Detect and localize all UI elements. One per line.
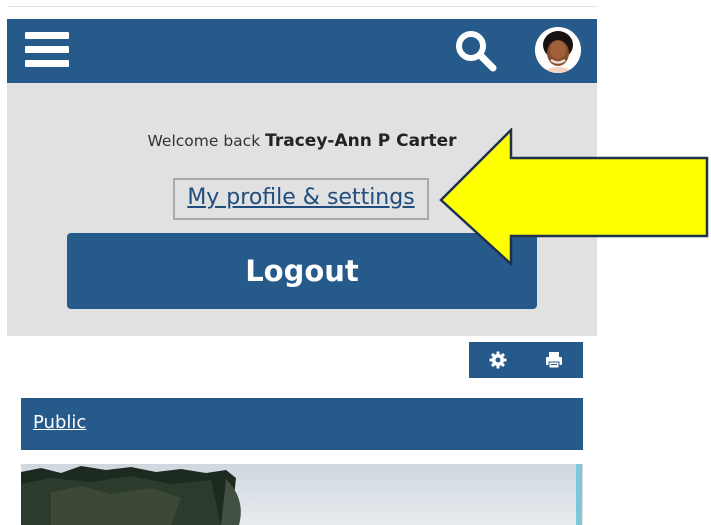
banner-photo bbox=[21, 464, 583, 525]
trees-photo bbox=[21, 466, 241, 525]
photo-edge bbox=[576, 464, 582, 525]
search-icon-graphic bbox=[456, 31, 497, 72]
profile-settings-link[interactable]: My profile & settings bbox=[173, 178, 429, 220]
search-icon[interactable] bbox=[453, 28, 499, 74]
gear-icon-graphic bbox=[489, 351, 507, 369]
menu-bar bbox=[25, 46, 69, 53]
yellow-arrow-annotation bbox=[439, 128, 709, 266]
top-strip bbox=[7, 0, 597, 7]
page-tools bbox=[469, 342, 583, 378]
printer-icon[interactable] bbox=[545, 351, 563, 369]
page: Welcome back Tracey-Ann P Carter My prof… bbox=[0, 0, 711, 525]
user-name: Tracey-Ann P Carter bbox=[265, 131, 457, 151]
printer-icon-graphic bbox=[546, 352, 562, 369]
user-avatar[interactable] bbox=[535, 27, 581, 73]
section-header: Public bbox=[21, 398, 583, 450]
app-header bbox=[7, 19, 597, 83]
section-public-link[interactable]: Public bbox=[33, 412, 86, 433]
welcome-text: Welcome back bbox=[147, 132, 261, 150]
menu-bar bbox=[25, 32, 69, 39]
menu-bar bbox=[25, 60, 69, 67]
gear-icon[interactable] bbox=[489, 351, 507, 369]
hamburger-menu-icon[interactable] bbox=[25, 32, 69, 68]
avatar-photo bbox=[535, 27, 581, 73]
